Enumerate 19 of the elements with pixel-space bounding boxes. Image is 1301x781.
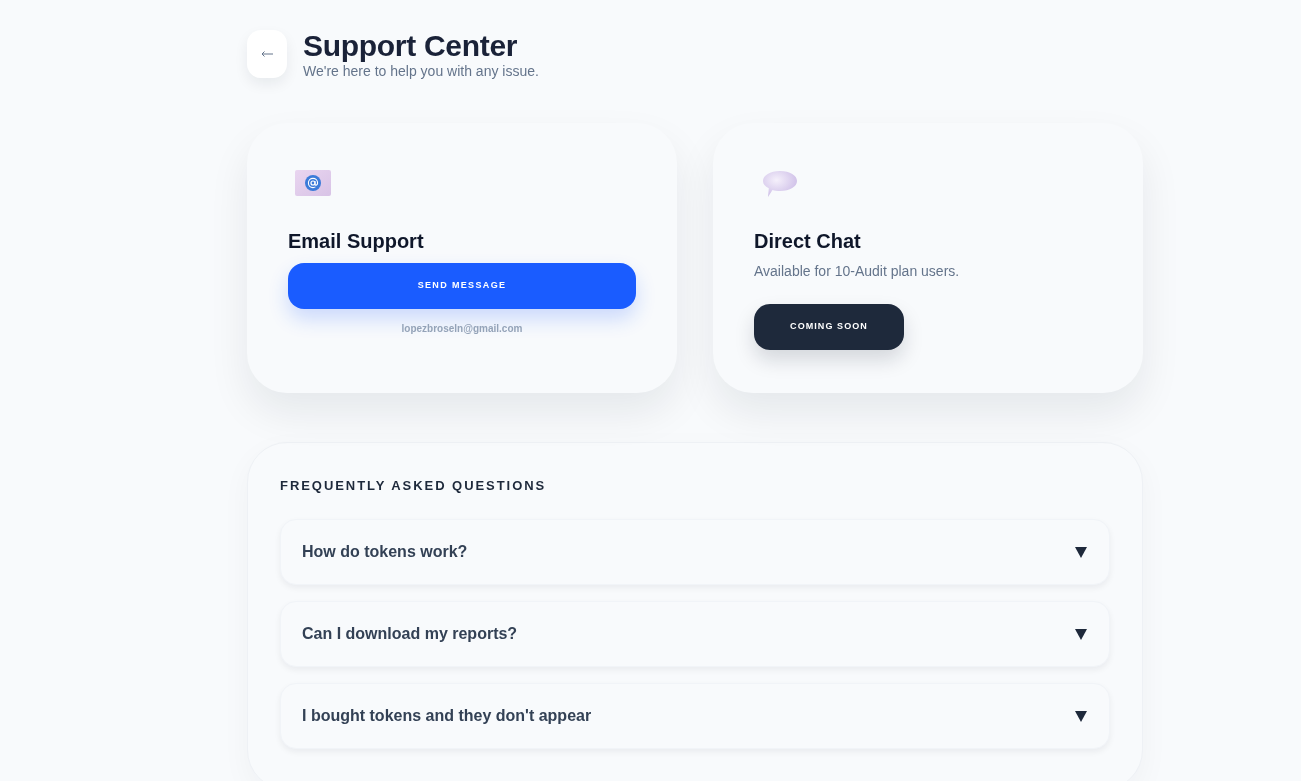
page-title: Support Center: [303, 30, 519, 62]
faq-question: How do tokens work?: [302, 542, 468, 562]
card-title: Email Support: [288, 229, 424, 254]
card-description: Available for 10-Audit plan users.: [754, 262, 960, 280]
faq-heading: FREQUENTLY ASKED QUESTIONS: [280, 477, 548, 495]
back-button[interactable]: [247, 30, 287, 78]
faq-item[interactable]: How do tokens work?: [280, 519, 1110, 585]
faq-item[interactable]: I bought tokens and they don't appear: [280, 683, 1110, 749]
coming-soon-button[interactable]: COMING SOON: [754, 304, 904, 350]
faq-question: Can I download my reports?: [302, 624, 518, 644]
speech-bubble-icon: [762, 170, 798, 198]
faq-item[interactable]: Can I download my reports?: [280, 601, 1110, 667]
page-subtitle: We're here to help you with any issue.: [303, 62, 539, 80]
email-address: lopezbroseln@gmail.com: [401, 322, 523, 336]
send-message-button[interactable]: SEND MESSAGE: [288, 263, 636, 309]
faq-question: I bought tokens and they don't appear: [302, 706, 592, 726]
back-arrow-icon: [261, 51, 273, 57]
envelope-icon: [295, 170, 331, 196]
card-title: Direct Chat: [754, 229, 861, 254]
